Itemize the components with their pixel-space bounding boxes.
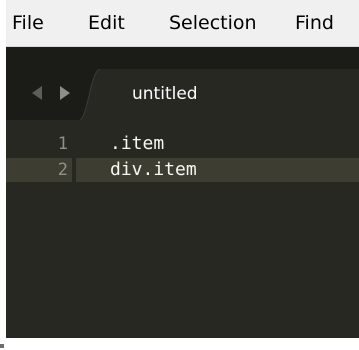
code-line-current[interactable]: div.item	[76, 158, 359, 182]
tab-navigation	[28, 83, 80, 103]
editor-window: File Edit Selection Find untitled 1 2 .i…	[6, 0, 359, 338]
menu-file[interactable]: File	[12, 10, 44, 36]
separator-dot	[0, 344, 4, 348]
code-line[interactable]: .item	[76, 132, 359, 156]
tab-bar: untitled	[6, 47, 359, 121]
tab-nav-right-arrow-icon[interactable]	[56, 83, 74, 103]
menu-bar: File Edit Selection Find	[6, 0, 359, 47]
menu-find[interactable]: Find	[295, 10, 334, 36]
tab-untitled[interactable]: untitled	[78, 69, 359, 121]
tab-edge	[78, 69, 102, 121]
menu-edit[interactable]: Edit	[88, 10, 125, 36]
code-editor[interactable]: 1 2 .item div.item	[6, 120, 359, 338]
tab-title: untitled	[132, 84, 198, 104]
line-number-current: 2	[6, 158, 72, 182]
tab-nav-left-arrow-icon[interactable]	[28, 83, 46, 103]
menu-selection[interactable]: Selection	[169, 10, 257, 36]
line-number: 1	[57, 134, 68, 154]
line-number-gutter: 1 2	[6, 120, 76, 338]
